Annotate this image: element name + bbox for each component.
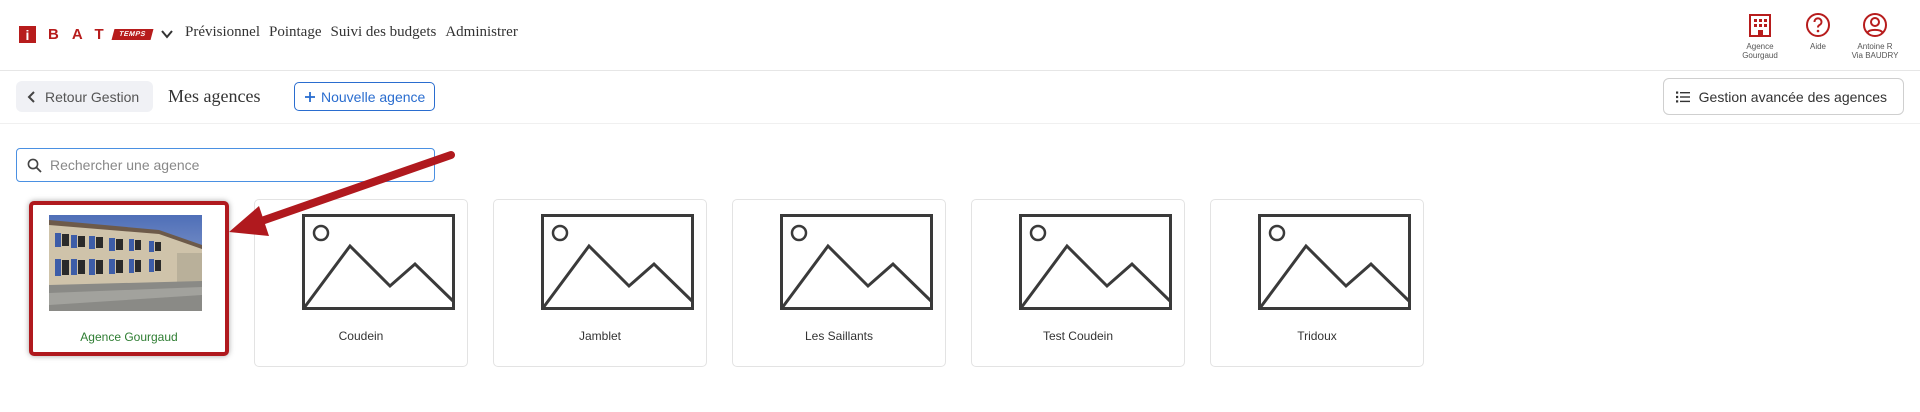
agency-card[interactable]: Jamblet	[493, 199, 707, 367]
agency-name: Les Saillants	[804, 329, 874, 343]
building-icon	[1749, 14, 1771, 37]
image-placeholder-icon	[1019, 214, 1172, 310]
help-button[interactable]: Aide	[1788, 12, 1848, 51]
advanced-agency-management-button[interactable]: Gestion avancée des agences	[1662, 78, 1904, 115]
agency-label-line1: Agence	[1746, 42, 1774, 51]
agency-name: Jamblet	[578, 329, 622, 343]
logo-initial: i	[19, 26, 36, 43]
nav-item-pointage[interactable]: Pointage	[269, 24, 322, 41]
new-agency-label: Nouvelle agence	[321, 88, 426, 105]
question-mark-icon	[1806, 13, 1830, 37]
agency-name: Agence Gourgaud	[80, 330, 178, 344]
agency-card[interactable]: Test Coudein	[971, 199, 1185, 367]
page-header: Retour Gestion Mes agences Nouvelle agen…	[0, 71, 1920, 124]
agency-name: Coudein	[338, 329, 384, 343]
chevron-down-icon[interactable]	[160, 27, 174, 41]
agency-card[interactable]: Coudein	[254, 199, 468, 367]
image-placeholder-icon	[780, 214, 933, 310]
logo-letters: BAT	[48, 26, 117, 43]
nav-item-previsionnel[interactable]: Prévisionnel	[185, 24, 260, 41]
current-agency-button[interactable]: Agence Gourgaud	[1730, 12, 1790, 60]
agency-name: Test Coudein	[1042, 329, 1114, 343]
top-navigation-bar: i BAT TEMPS Prévisionnel Pointage Suivi …	[0, 0, 1920, 71]
plus-icon	[305, 91, 315, 102]
help-label: Aide	[1809, 42, 1826, 51]
back-to-management-button[interactable]: Retour Gestion	[16, 81, 154, 112]
user-avatar-icon	[1863, 13, 1887, 37]
agency-card[interactable]: Tridoux	[1210, 199, 1424, 367]
advanced-management-label: Gestion avancée des agences	[1698, 88, 1887, 105]
list-icon	[1675, 91, 1690, 102]
search-icon	[27, 158, 42, 173]
image-placeholder-icon	[541, 214, 694, 310]
agency-photo	[49, 215, 202, 311]
agency-search-input[interactable]	[48, 156, 422, 174]
user-sub-label: Via BAUDRY	[1851, 51, 1899, 60]
chevron-left-icon	[27, 90, 35, 103]
page-title: Mes agences	[168, 86, 261, 106]
main-navigation: Prévisionnel Pointage Suivi des budgets …	[185, 24, 518, 41]
agency-card[interactable]: Agence Gourgaud	[29, 201, 229, 356]
logo-tag: TEMPS	[111, 29, 153, 40]
image-placeholder-icon	[302, 214, 455, 310]
agency-card-grid: Agence Gourgaud Coudein Jamblet Les Sail…	[16, 199, 1424, 367]
new-agency-button[interactable]: Nouvelle agence	[294, 82, 436, 111]
image-placeholder-icon	[1258, 214, 1411, 310]
user-name-label: Antoine R	[1857, 42, 1893, 51]
agency-card[interactable]: Les Saillants	[732, 199, 946, 367]
ibat-logo[interactable]: i BAT TEMPS	[19, 26, 153, 43]
agency-name: Tridoux	[1297, 329, 1337, 343]
agency-search-box[interactable]	[16, 148, 435, 182]
back-button-label: Retour Gestion	[45, 88, 140, 105]
agency-label-line2: Gourgaud	[1742, 51, 1778, 60]
user-account-button[interactable]: Antoine R Via BAUDRY	[1845, 12, 1905, 60]
nav-item-administrer[interactable]: Administrer	[445, 24, 518, 41]
nav-item-suivi-budgets[interactable]: Suivi des budgets	[331, 24, 437, 41]
